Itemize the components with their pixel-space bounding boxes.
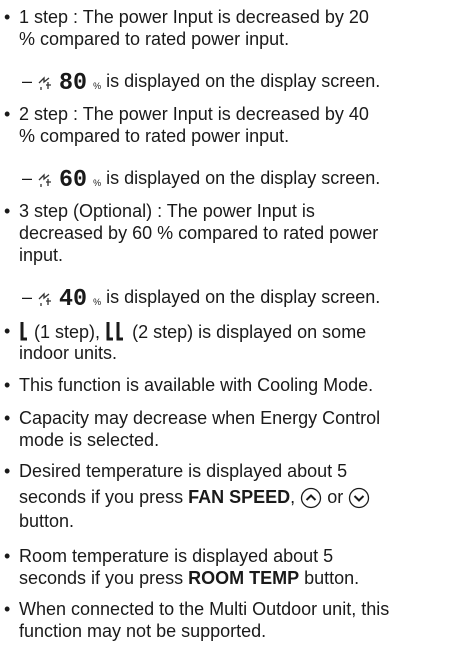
bullet: • [4,408,11,428]
item-text-line: % compared to rated power input. [19,29,290,49]
item-text-line: indoor units. [19,343,118,363]
item-text-line: input. [19,245,64,265]
display-note-text: is displayed on the display screen. [106,71,381,91]
text-segment: seconds if you press [19,568,184,588]
display-note-line: – 40 % is displayed on the display scree… [22,285,380,313]
dash: – [22,287,33,307]
up-arrow-button-icon [301,487,322,509]
item-text-line: Room temperature is displayed about 5 [19,546,334,566]
display-note-text: is displayed on the display screen. [106,168,381,188]
item-text-line: function may not be supported. [19,621,267,641]
room-temp-label: ROOM TEMP [188,568,300,588]
fan-speed-label: FAN SPEED [188,487,291,507]
item-text-line: 1 step : The power Input is decreased by… [19,7,369,27]
display-note-line: – 80 % is displayed on the display scree… [22,69,380,97]
dash: – [22,71,33,91]
segment-display-value: 80 [59,70,87,91]
text-segment: button. [304,568,360,588]
segment-step2-icon [106,322,124,341]
segment-display-value: 40 [59,286,87,307]
percent-symbol: % [93,81,102,91]
item-text-line: 2 step : The power Input is decreased by… [19,104,369,124]
segment-step1-icon [20,322,27,341]
percent-symbol: % [93,178,102,188]
bullet: • [4,104,11,124]
segment-digits: 80 [59,70,87,91]
item-text-line: decreased by 60 % compared to rated powe… [19,223,379,243]
step2-label: (2 step) is displayed on some [132,322,367,342]
percent-symbol: % [93,297,102,307]
item-text-line: mode is selected. [19,430,160,450]
bullet: • [4,7,11,27]
bullet: • [4,321,11,341]
display-note-text: is displayed on the display screen. [106,287,381,307]
item-text-line: % compared to rated power input. [19,126,290,146]
bullet: • [4,375,11,395]
text-segment: or [327,487,344,507]
bullet: • [4,461,11,481]
segment-digits: 40 [59,286,87,307]
step1-label: (1 step), [34,322,101,342]
item-text-line: Desired temperature is displayed about 5 [19,461,348,481]
item-text-line: 3 step (Optional) : The power Input is [19,201,315,221]
item-text-line: When connected to the Multi Outdoor unit… [19,599,390,619]
text-segment: seconds if you press [19,487,184,507]
bullet: • [4,599,11,619]
bullet: • [4,201,11,221]
item-text-line: seconds if you press FAN SPEED, or [19,486,370,509]
item-text-line: This function is available with Cooling … [19,375,374,395]
bullet: • [4,546,11,566]
item-text-line: (1 step), (2 step) is displayed on some [19,320,366,343]
display-note-line: – 60 % is displayed on the display scree… [22,166,380,194]
power-plug-icon [38,173,52,187]
down-arrow-button-icon [349,487,370,509]
segment-display-value: 60 [59,167,87,188]
item-text-line: seconds if you press ROOM TEMP button. [19,567,359,589]
text-separator: , [290,487,296,507]
item-text-line: button. [19,511,75,531]
power-plug-icon [38,292,52,306]
dash: – [22,168,33,188]
segment-digits: 60 [59,167,87,188]
power-plug-icon [38,76,52,90]
item-text-line: Capacity may decrease when Energy Contro… [19,408,381,428]
